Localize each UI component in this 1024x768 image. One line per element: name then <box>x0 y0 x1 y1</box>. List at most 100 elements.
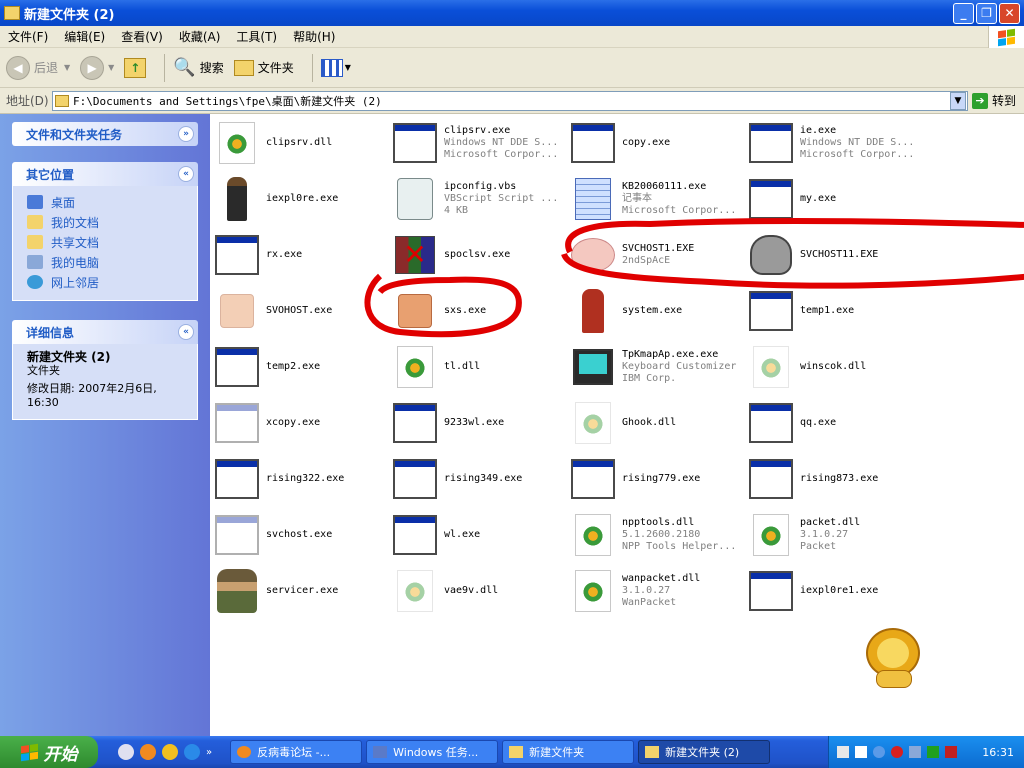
file-item[interactable]: wanpacket.dll 3.1.0.27 WanPacket <box>570 564 746 618</box>
file-item[interactable]: SVCHOST1.EXE 2ndSpAcE <box>570 228 746 282</box>
file-tasks-header[interactable]: 文件和文件夹任务 » <box>12 122 198 146</box>
file-item[interactable]: clipsrv.dll <box>214 116 390 170</box>
search-button[interactable]: 🔍 搜索 <box>173 57 223 78</box>
address-path: F:\Documents and Settings\fpe\桌面\新建文件夹 (… <box>73 94 382 108</box>
toolbar-separator <box>311 53 313 82</box>
file-text: ipconfig.vbs VBScript Script ... 4 KB <box>444 181 566 217</box>
help-icon[interactable] <box>855 746 867 758</box>
internet-explorer-icon[interactable] <box>184 744 200 760</box>
address-dropdown-button[interactable]: ▼ <box>949 91 966 110</box>
menu-view[interactable]: 查看(V) <box>113 28 171 45</box>
go-button[interactable]: ➔ 转到 <box>971 92 1016 109</box>
expand-chevron-icon[interactable]: » <box>178 126 194 142</box>
place-link-my-computer[interactable]: 我的电脑 <box>27 252 185 272</box>
file-item[interactable]: ipconfig.vbs VBScript Script ... 4 KB <box>392 172 568 226</box>
up-folder-button[interactable]: ↑ <box>124 57 147 78</box>
file-item[interactable]: qq.exe <box>748 396 924 450</box>
show-desktop-icon[interactable] <box>118 744 134 760</box>
file-item[interactable]: clipsrv.exe Windows NT DDE S... Microsoft … <box>392 116 568 170</box>
file-text: spoclsv.exe <box>444 249 566 261</box>
faded-exe-icon <box>214 512 260 558</box>
menu-help[interactable]: 帮助(H) <box>285 28 343 45</box>
other-places-header[interactable]: 其它位置 « <box>12 162 198 186</box>
restore-button[interactable]: ❐ <box>976 2 997 24</box>
file-item[interactable]: rising779.exe <box>570 452 746 506</box>
menu-tools[interactable]: 工具(T) <box>228 28 285 45</box>
file-item[interactable]: vae9v.dll <box>392 564 568 618</box>
file-text: sxs.exe <box>444 305 566 317</box>
file-item[interactable]: temp1.exe <box>748 284 924 338</box>
toolbar: ◀ 后退 ▼ ▶ ▼ ↑ 🔍 搜索 文件夹 ▼ <box>0 48 1024 88</box>
file-item[interactable]: sxs.exe <box>392 284 568 338</box>
file-text: temp2.exe <box>266 361 388 373</box>
dll-icon <box>392 344 438 390</box>
firefox-icon[interactable] <box>140 744 156 760</box>
quick-launch-more-icon[interactable]: » <box>206 747 212 758</box>
file-item[interactable]: KB20060111.exe 记事本 Microsoft Corpor... <box>570 172 746 226</box>
address-input[interactable]: F:\Documents and Settings\fpe\桌面\新建文件夹 (… <box>52 90 968 111</box>
close-button[interactable]: ✕ <box>999 2 1020 24</box>
start-button[interactable]: 开始 <box>0 736 98 768</box>
file-item[interactable]: iexpl0re.exe <box>214 172 390 226</box>
back-button[interactable]: ◀ 后退 ▼ <box>6 55 70 80</box>
taskbar-item-active[interactable]: 新建文件夹 (2) <box>638 740 771 764</box>
file-item[interactable]: SVOHOST.exe <box>214 284 390 338</box>
file-item[interactable]: winscok.dll <box>748 340 924 394</box>
file-item[interactable]: SVCHOST11.EXE <box>748 228 924 282</box>
file-item[interactable]: temp2.exe <box>214 340 390 394</box>
minimize-button[interactable]: _ <box>953 2 974 24</box>
views-button[interactable]: ▼ <box>320 58 351 77</box>
file-item[interactable]: wl.exe <box>392 508 568 562</box>
file-item[interactable]: 9233wl.exe <box>392 396 568 450</box>
exe-window-icon <box>214 232 260 278</box>
file-item[interactable]: svchost.exe <box>214 508 390 562</box>
file-item[interactable]: copy.exe <box>570 116 746 170</box>
place-link-shared-documents[interactable]: 共享文档 <box>27 232 185 252</box>
antivirus-icon[interactable] <box>927 746 939 758</box>
forward-button[interactable]: ▶ ▼ <box>80 55 114 80</box>
file-list-view: clipsrv.dll clipsrv.exe Windows NT DDE S..… <box>210 114 1024 736</box>
show-hidden-icons-icon[interactable] <box>873 746 885 758</box>
alert-icon[interactable] <box>945 746 957 758</box>
file-item[interactable]: servicer.exe <box>214 564 390 618</box>
network-icon[interactable] <box>909 746 921 758</box>
collapse-chevron-icon[interactable]: « <box>178 324 194 340</box>
file-item[interactable]: my.exe <box>748 172 924 226</box>
collapse-chevron-icon[interactable]: « <box>178 166 194 182</box>
taskbar-item[interactable]: Windows 任务... <box>366 740 499 764</box>
details-panel: 详细信息 « 新建文件夹 (2) 文件夹 修改日期: 2007年2月6日, 16… <box>12 320 198 420</box>
file-company: Microsoft Corpor... <box>444 149 559 160</box>
file-item[interactable]: npptools.dll 5.1.2600.2180 NPP Tools Helpe… <box>570 508 746 562</box>
file-item[interactable]: TpKmapAp.exe.exe Keyboard Customizer IBM C… <box>570 340 746 394</box>
file-item[interactable]: xcopy.exe <box>214 396 390 450</box>
taskbar-item[interactable]: 反病毒论坛 -... <box>230 740 363 764</box>
file-text: iexpl0re.exe <box>266 193 388 205</box>
file-item[interactable]: rx.exe <box>214 228 390 282</box>
place-link-my-documents[interactable]: 我的文档 <box>27 212 185 232</box>
file-item[interactable]: rising349.exe <box>392 452 568 506</box>
media-player-icon[interactable] <box>162 744 178 760</box>
details-header[interactable]: 详细信息 « <box>12 320 198 344</box>
file-item[interactable]: ie.exe Windows NT DDE S... Microsoft Corpo… <box>748 116 924 170</box>
taskbar-item[interactable]: 新建文件夹 <box>502 740 635 764</box>
security-icon[interactable] <box>891 746 903 758</box>
file-item[interactable]: iexpl0re1.exe <box>748 564 924 618</box>
menu-favorites[interactable]: 收藏(A) <box>171 28 229 45</box>
file-name: packet.dll <box>800 517 861 528</box>
file-text: qq.exe <box>800 417 922 429</box>
place-link-desktop[interactable]: 桌面 <box>27 192 185 212</box>
keyboard-icon[interactable] <box>837 746 849 758</box>
file-item[interactable]: system.exe <box>570 284 746 338</box>
menu-edit[interactable]: 编辑(E) <box>56 28 113 45</box>
file-company: 4 KB <box>444 205 469 216</box>
file-item[interactable]: tl.dll <box>392 340 568 394</box>
file-item[interactable]: ✕ spoclsv.exe <box>392 228 568 282</box>
menu-file[interactable]: 文件(F) <box>0 28 56 45</box>
file-item[interactable]: rising322.exe <box>214 452 390 506</box>
folders-button[interactable]: 文件夹 <box>233 59 294 76</box>
file-item[interactable]: rising873.exe <box>748 452 924 506</box>
clock[interactable]: 16:31 <box>982 746 1014 759</box>
place-link-network[interactable]: 网上邻居 <box>27 272 185 292</box>
file-item[interactable]: packet.dll 3.1.0.27 Packet <box>748 508 924 562</box>
file-item[interactable]: Ghook.dll <box>570 396 746 450</box>
